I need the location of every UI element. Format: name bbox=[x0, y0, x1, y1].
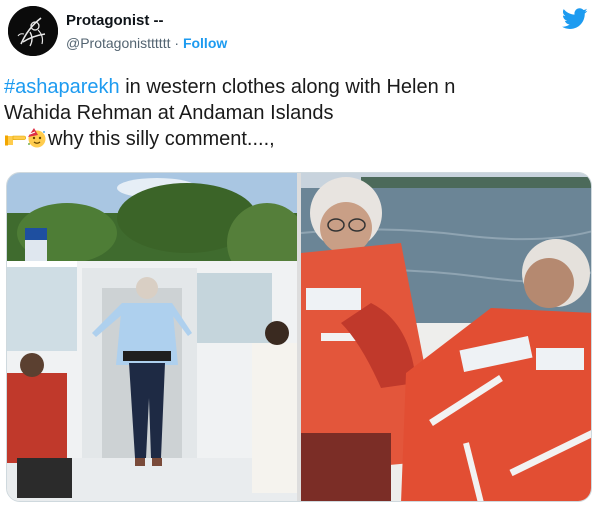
partying-face-icon bbox=[26, 128, 48, 148]
tweet-line-3: why this silly comment...., bbox=[4, 126, 584, 152]
display-name[interactable]: Protagonist -- bbox=[66, 12, 227, 30]
follow-button[interactable]: Follow bbox=[183, 35, 227, 51]
handle-row: @Protagonistttttt · Follow bbox=[66, 34, 227, 52]
media-grid[interactable] bbox=[6, 172, 592, 502]
tweet-line-1-text: in western clothes along with Helen n bbox=[119, 76, 456, 98]
boat-deck-photo[interactable] bbox=[7, 173, 297, 501]
tweet-line-1: #ashaparekh in western clothes along wit… bbox=[4, 74, 584, 100]
author-info: Protagonist -- @Protagonistttttt · Follo… bbox=[66, 12, 227, 52]
tweet-card: Protagonist -- @Protagonistttttt · Follo… bbox=[0, 0, 600, 510]
user-handle[interactable]: @Protagonistttttt bbox=[66, 35, 170, 51]
tweet-line-3-text: why this silly comment...., bbox=[48, 128, 275, 150]
tweet-line-2: Wahida Rehman at Andaman Islands bbox=[4, 102, 334, 124]
avatar[interactable] bbox=[8, 6, 58, 56]
profile-picture bbox=[8, 6, 58, 56]
twitter-bird-icon[interactable] bbox=[562, 8, 588, 30]
life-jackets-photo[interactable] bbox=[301, 173, 591, 501]
hashtag-link[interactable]: #ashaparekh bbox=[4, 76, 120, 98]
backhand-index-pointing-right-icon bbox=[4, 128, 26, 148]
tweet-text: #ashaparekh in western clothes along wit… bbox=[4, 74, 584, 152]
separator-dot: · bbox=[174, 35, 180, 51]
